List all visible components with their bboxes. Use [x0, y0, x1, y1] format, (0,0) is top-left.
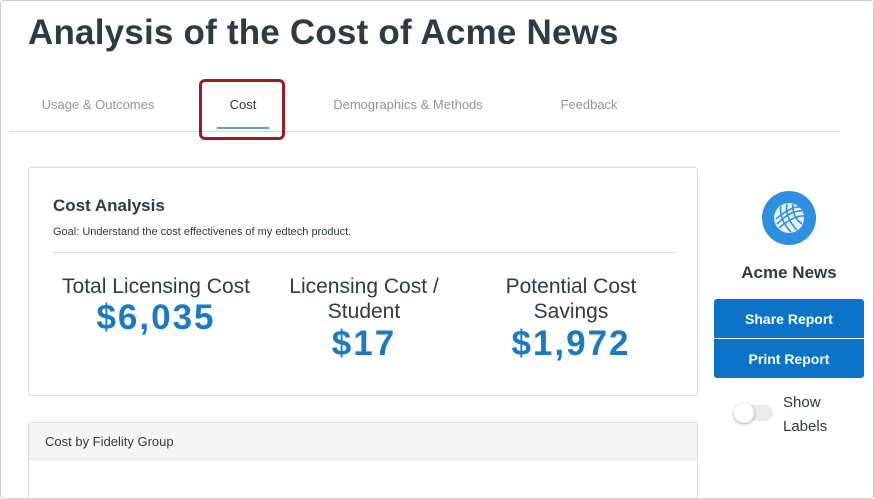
tab-label: Cost	[229, 96, 257, 112]
tab-label: Usage & Outcomes	[41, 96, 155, 112]
tab-label: Feedback	[560, 96, 618, 112]
page-title: Analysis of the Cost of Acme News	[28, 13, 619, 52]
metric-label: Potential Cost Savings	[505, 275, 637, 323]
metric-licensing-cost-per-student: Licensing Cost / Student $17	[254, 274, 474, 365]
metric-label: Licensing Cost / Student	[289, 275, 439, 323]
card-divider	[53, 252, 674, 253]
cost-analysis-card: Cost Analysis Goal: Understand the cost …	[28, 167, 698, 396]
metric-label: Total Licensing Cost	[62, 275, 250, 298]
metric-value: $17	[331, 324, 397, 363]
show-labels-label: Show Labels	[783, 391, 833, 439]
tab-demographics-methods[interactable]: Demographics & Methods	[327, 77, 489, 131]
tab-feedback[interactable]: Feedback	[555, 77, 623, 131]
tab-usage-outcomes[interactable]: Usage & Outcomes	[39, 77, 157, 131]
tab-label: Demographics & Methods	[333, 96, 483, 112]
tab-cost[interactable]: Cost	[212, 77, 274, 131]
active-tab-indicator	[217, 127, 269, 129]
fidelity-group-card: Cost by Fidelity Group	[28, 422, 698, 498]
toggle-knob	[734, 403, 754, 423]
metric-value: $6,035	[96, 298, 216, 337]
metric-value: $1,972	[511, 324, 631, 363]
show-labels-line1: Show	[783, 394, 821, 411]
show-labels-toggle[interactable]	[734, 403, 773, 423]
metric-total-licensing-cost: Total Licensing Cost $6,035	[46, 274, 266, 339]
tab-bar: Usage & Outcomes Cost Demographics & Met…	[9, 77, 840, 132]
product-name: Acme News	[741, 263, 837, 282]
app-frame: Analysis of the Cost of Acme News Usage …	[0, 0, 874, 499]
card-goal: Goal: Understand the cost effectivenes o…	[53, 226, 352, 238]
globe-icon	[762, 191, 816, 245]
metric-potential-cost-savings: Potential Cost Savings $1,972	[461, 274, 681, 365]
share-report-button[interactable]: Share Report	[714, 299, 864, 338]
show-labels-line2: Labels	[783, 418, 828, 435]
fidelity-card-title: Cost by Fidelity Group	[29, 423, 697, 460]
card-title: Cost Analysis	[53, 196, 165, 215]
print-report-button[interactable]: Print Report	[714, 339, 864, 378]
